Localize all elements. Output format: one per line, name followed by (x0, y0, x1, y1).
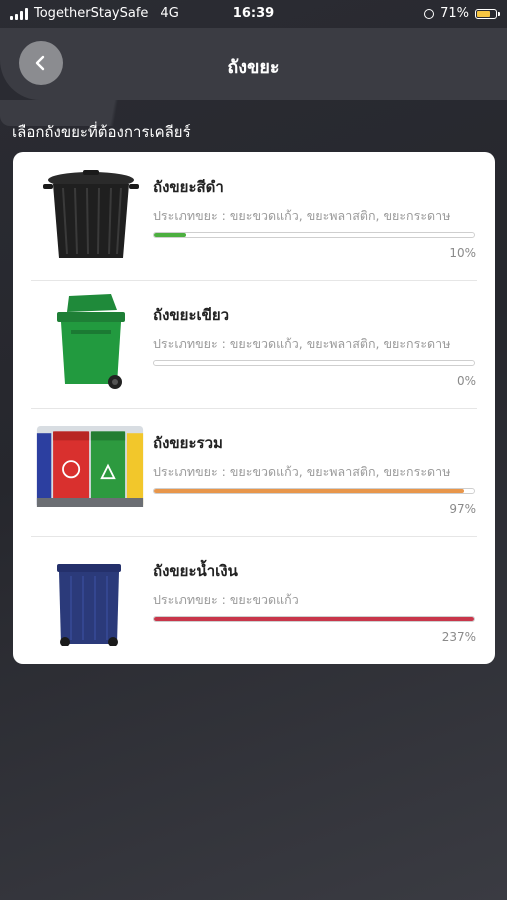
fill-percent: 0% (456, 374, 476, 388)
bin-type: ประเภทขยะ : ขยะขวดแก้ว, ขยะพลาสติก, ขยะก… (153, 464, 451, 479)
fill-level-bar (153, 232, 475, 238)
fill-percent: 237% (441, 630, 476, 644)
black-bin-icon (43, 170, 139, 258)
bin-item-black[interactable]: ถังขยะสีดำ ประเภทขยะ : ขยะขวดแก้ว, ขยะพล… (13, 152, 495, 280)
bin-type: ประเภทขยะ : ขยะขวดแก้ว (153, 592, 299, 607)
bin-name: ถังขยะน้ำเงิน (153, 562, 238, 580)
battery-percent: 71% (440, 6, 469, 21)
recycling-bins-icon (36, 426, 144, 507)
status-bar: TogetherStaySafe 4G 16:39 71% (0, 0, 507, 28)
fill-level-bar (153, 360, 475, 366)
fill-level (154, 489, 465, 493)
bin-type: ประเภทขยะ : ขยะขวดแก้ว, ขยะพลาสติก, ขยะก… (153, 208, 451, 223)
green-bin-icon (57, 294, 125, 389)
bin-item-combined[interactable]: ถังขยะรวม ประเภทขยะ : ขยะขวดแก้ว, ขยะพลา… (13, 408, 495, 536)
bin-name: ถังขยะรวม (153, 434, 223, 452)
bin-name: ถังขยะสีดำ (153, 178, 224, 196)
fill-level (154, 233, 186, 237)
fill-level-bar (153, 616, 475, 622)
status-right: 71% (424, 6, 500, 21)
fill-level-bar (153, 488, 475, 494)
bin-item-green[interactable]: ถังขยะเขียว ประเภทขยะ : ขยะขวดแก้ว, ขยะพ… (13, 280, 495, 408)
orientation-lock-icon (424, 8, 435, 19)
bin-type: ประเภทขยะ : ขยะขวดแก้ว, ขยะพลาสติก, ขยะก… (153, 336, 451, 351)
bin-name: ถังขยะเขียว (153, 306, 230, 324)
blue-bin-icon (57, 564, 121, 646)
section-label: เลือกถังขยะที่ต้องการเคลียร์ (12, 123, 191, 141)
fill-level (154, 617, 474, 621)
fill-percent: 97% (449, 502, 476, 516)
battery-icon (475, 8, 500, 19)
fill-percent: 10% (449, 246, 476, 260)
page-title: ถังขยะ (227, 57, 280, 78)
bin-list: ถังขยะสีดำ ประเภทขยะ : ขยะขวดแก้ว, ขยะพล… (13, 152, 495, 664)
bin-item-blue[interactable]: ถังขยะน้ำเงิน ประเภทขยะ : ขยะขวดแก้ว 237… (13, 536, 495, 664)
